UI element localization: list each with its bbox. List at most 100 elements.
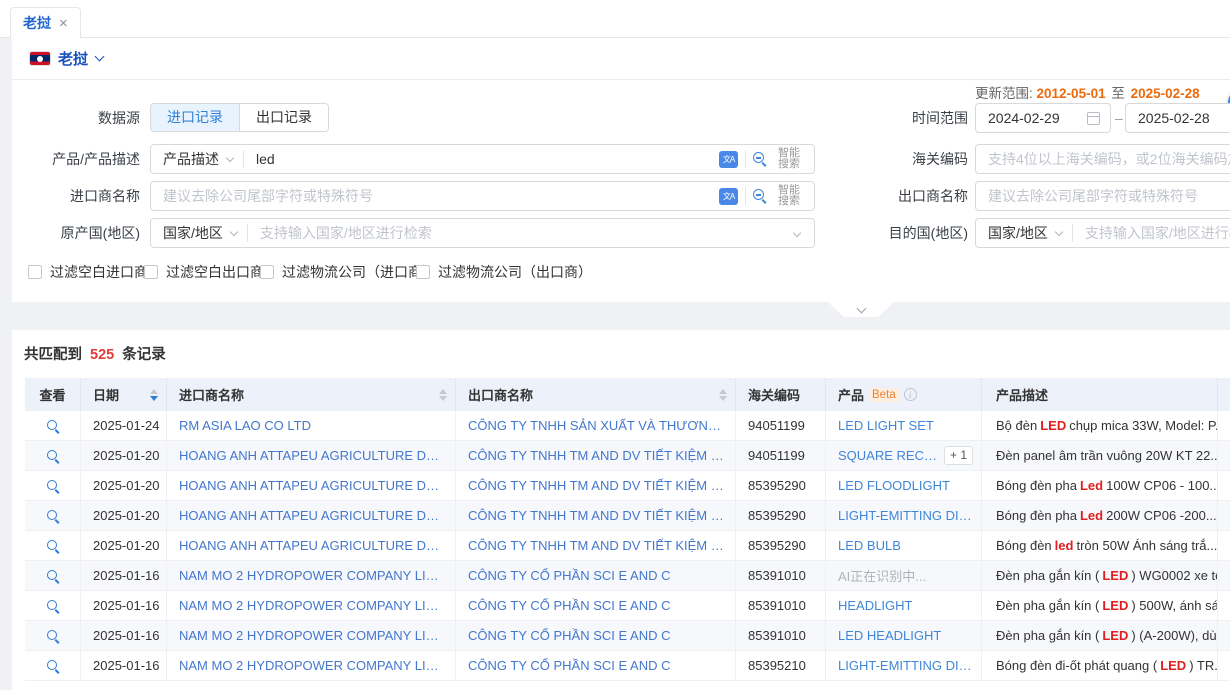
destination-country-label: 目的国(地区) — [838, 218, 968, 248]
checkbox-icon[interactable] — [28, 265, 42, 279]
checkbox-icon[interactable] — [260, 265, 274, 279]
column-date[interactable]: 日期 — [81, 378, 167, 411]
importer-link[interactable]: NAM MO 2 HYDROPOWER COMPANY LIMI... — [179, 598, 447, 613]
translate-icon[interactable]: 文A — [719, 188, 738, 205]
destination-country-input[interactable] — [1073, 219, 1230, 247]
importer-link[interactable]: RM ASIA LAO CO LTD — [179, 418, 311, 433]
start-date-input[interactable] — [988, 110, 1087, 126]
product-link[interactable]: LED HEADLIGHT — [838, 628, 941, 643]
view-cell — [25, 561, 81, 590]
view-details-icon[interactable] — [46, 479, 59, 492]
smart-search-label[interactable]: 智能搜索 — [778, 148, 804, 170]
exporter-link[interactable]: CÔNG TY CỔ PHẦN SCI E AND C — [468, 628, 671, 643]
origin-type-select[interactable]: 国家/地区 — [151, 219, 247, 247]
product-cell: SQUARE RECESS... + 1 — [826, 441, 982, 470]
info-icon[interactable]: i — [904, 388, 917, 401]
view-details-icon[interactable] — [46, 599, 59, 612]
more-products-badge[interactable]: + 1 — [944, 446, 973, 465]
sort-icon[interactable] — [144, 389, 158, 401]
importer-link[interactable]: HOANG ANH ATTAPEU AGRICULTURE DEVE... — [179, 538, 447, 553]
country-header[interactable]: 老挝 — [12, 38, 1230, 80]
start-date-field[interactable] — [975, 103, 1111, 133]
description-highlight: LED — [1160, 658, 1186, 673]
tab-laos[interactable]: 老挝 × — [10, 7, 81, 38]
importer-link[interactable]: NAM MO 2 HYDROPOWER COMPANY LIMI... — [179, 658, 447, 673]
collapse-handle[interactable] — [828, 302, 894, 317]
filter-blank-importer-checkbox[interactable]: 过滤空白进口商 — [28, 262, 148, 282]
product-link[interactable]: LED FLOODLIGHT — [838, 478, 950, 493]
checkbox-icon[interactable] — [144, 265, 158, 279]
table-row: 2025-01-24RM ASIA LAO CO LTDCÔNG TY TNHH… — [25, 411, 1230, 441]
view-details-icon[interactable] — [46, 659, 59, 672]
importer-cell: HOANG ANH ATTAPEU AGRICULTURE DEVE... — [167, 441, 456, 470]
checkbox-icon[interactable] — [416, 265, 430, 279]
view-details-icon[interactable] — [46, 629, 59, 642]
view-details-icon[interactable] — [46, 509, 59, 522]
view-details-icon[interactable] — [46, 449, 59, 462]
description-text: Bóng đèn pha — [996, 478, 1077, 493]
product-link[interactable]: HEADLIGHT — [838, 598, 912, 613]
importer-link[interactable]: NAM MO 2 HYDROPOWER COMPANY LIMI... — [179, 628, 447, 643]
destination-type-select[interactable]: 国家/地区 — [976, 219, 1072, 247]
filter-logistics-exporter-checkbox[interactable]: 过滤物流公司（出口商） — [416, 262, 592, 282]
exporter-link[interactable]: CÔNG TY TNHH TM AND DV TIẾT KIỆM NĂ... — [468, 508, 727, 523]
update-range-to: 至 — [1111, 86, 1125, 101]
column-description: 产品描述 — [982, 378, 1218, 411]
view-details-icon[interactable] — [46, 419, 59, 432]
exporter-link[interactable]: CÔNG TY CỔ PHẦN SCI E AND C — [468, 658, 671, 673]
smart-search-icon[interactable] — [753, 189, 767, 203]
exporter-link[interactable]: CÔNG TY TNHH SẢN XUẤT VÀ THƯƠNG M... — [468, 418, 727, 433]
exporter-link[interactable]: CÔNG TY CỔ PHẦN SCI E AND C — [468, 598, 671, 613]
importer-link[interactable]: NAM MO 2 HYDROPOWER COMPANY LIMI... — [179, 568, 447, 583]
sort-icon[interactable] — [433, 389, 447, 401]
view-cell — [25, 441, 81, 470]
origin-country-input[interactable] — [248, 219, 794, 247]
exporter-link[interactable]: CÔNG TY CỔ PHẦN SCI E AND C — [468, 568, 671, 583]
description-cell: Đèn pha gắn kín (LED) 500W, ánh sá... — [982, 591, 1218, 620]
description-cell: Bộ đènLEDchụp mica 33W, Model: P... — [982, 411, 1218, 440]
product-type-select[interactable]: 产品描述 — [151, 145, 243, 173]
tab-bar: 老挝 × — [0, 0, 1230, 38]
smart-search-icon[interactable] — [753, 152, 767, 166]
product-link[interactable]: SQUARE RECESS... — [838, 448, 938, 463]
close-icon[interactable]: × — [59, 16, 68, 31]
product-link[interactable]: LED LIGHT SET — [838, 418, 934, 433]
product-link[interactable]: LIGHT-EMITTING DIO... — [838, 658, 973, 673]
column-view: 查看 — [25, 378, 81, 411]
export-records-button[interactable]: 出口记录 — [240, 104, 328, 131]
column-importer[interactable]: 进口商名称 — [167, 378, 456, 411]
importer-link[interactable]: HOANG ANH ATTAPEU AGRICULTURE DEVE... — [179, 478, 447, 493]
importer-link[interactable]: HOANG ANH ATTAPEU AGRICULTURE DEVE... — [179, 508, 447, 523]
exporter-name-field[interactable] — [975, 181, 1230, 211]
translate-icon[interactable]: 文A — [719, 151, 738, 168]
origin-country-group: 国家/地区 — [150, 218, 815, 248]
product-link[interactable]: LED BULB — [838, 538, 901, 553]
importer-name-input[interactable] — [151, 182, 719, 210]
importer-link[interactable]: HOANG ANH ATTAPEU AGRICULTURE DEVE... — [179, 448, 447, 463]
view-details-icon[interactable] — [46, 539, 59, 552]
smart-search-label[interactable]: 智能搜索 — [778, 185, 804, 207]
product-cell: LIGHT-EMITTING DIO... — [826, 501, 982, 530]
end-date-input[interactable] — [1138, 110, 1230, 126]
hs-code-input[interactable] — [988, 145, 1230, 173]
filter-blank-exporter-checkbox[interactable]: 过滤空白出口商 — [144, 262, 264, 282]
exporter-link[interactable]: CÔNG TY TNHH TM AND DV TIẾT KIỆM NĂ... — [468, 478, 727, 493]
filter-logistics-importer-checkbox[interactable]: 过滤物流公司（进口商） — [260, 262, 436, 282]
importer-cell: NAM MO 2 HYDROPOWER COMPANY LIMI... — [167, 621, 456, 650]
importer-cell: RM ASIA LAO CO LTD — [167, 411, 456, 440]
view-cell — [25, 411, 81, 440]
extra-cell — [1218, 471, 1230, 500]
product-search-input[interactable] — [244, 145, 719, 173]
exporter-name-input[interactable] — [988, 182, 1230, 210]
import-records-button[interactable]: 进口记录 — [151, 104, 240, 131]
view-details-icon[interactable] — [46, 569, 59, 582]
sort-icon[interactable] — [713, 389, 727, 401]
hs-code-field[interactable] — [975, 144, 1230, 174]
exporter-link[interactable]: CÔNG TY TNHH TM AND DV TIẾT KIỆM NĂ... — [468, 448, 727, 463]
column-exporter[interactable]: 出口商名称 — [456, 378, 736, 411]
description-text: tròn 50W Ánh sáng trắ... — [1076, 538, 1217, 553]
product-link[interactable]: LIGHT-EMITTING DIO... — [838, 508, 973, 523]
end-date-field[interactable] — [1125, 103, 1230, 133]
exporter-link[interactable]: CÔNG TY TNHH TM AND DV TIẾT KIỆM NĂ... — [468, 538, 727, 553]
checkbox-label: 过滤物流公司（出口商） — [438, 262, 592, 282]
